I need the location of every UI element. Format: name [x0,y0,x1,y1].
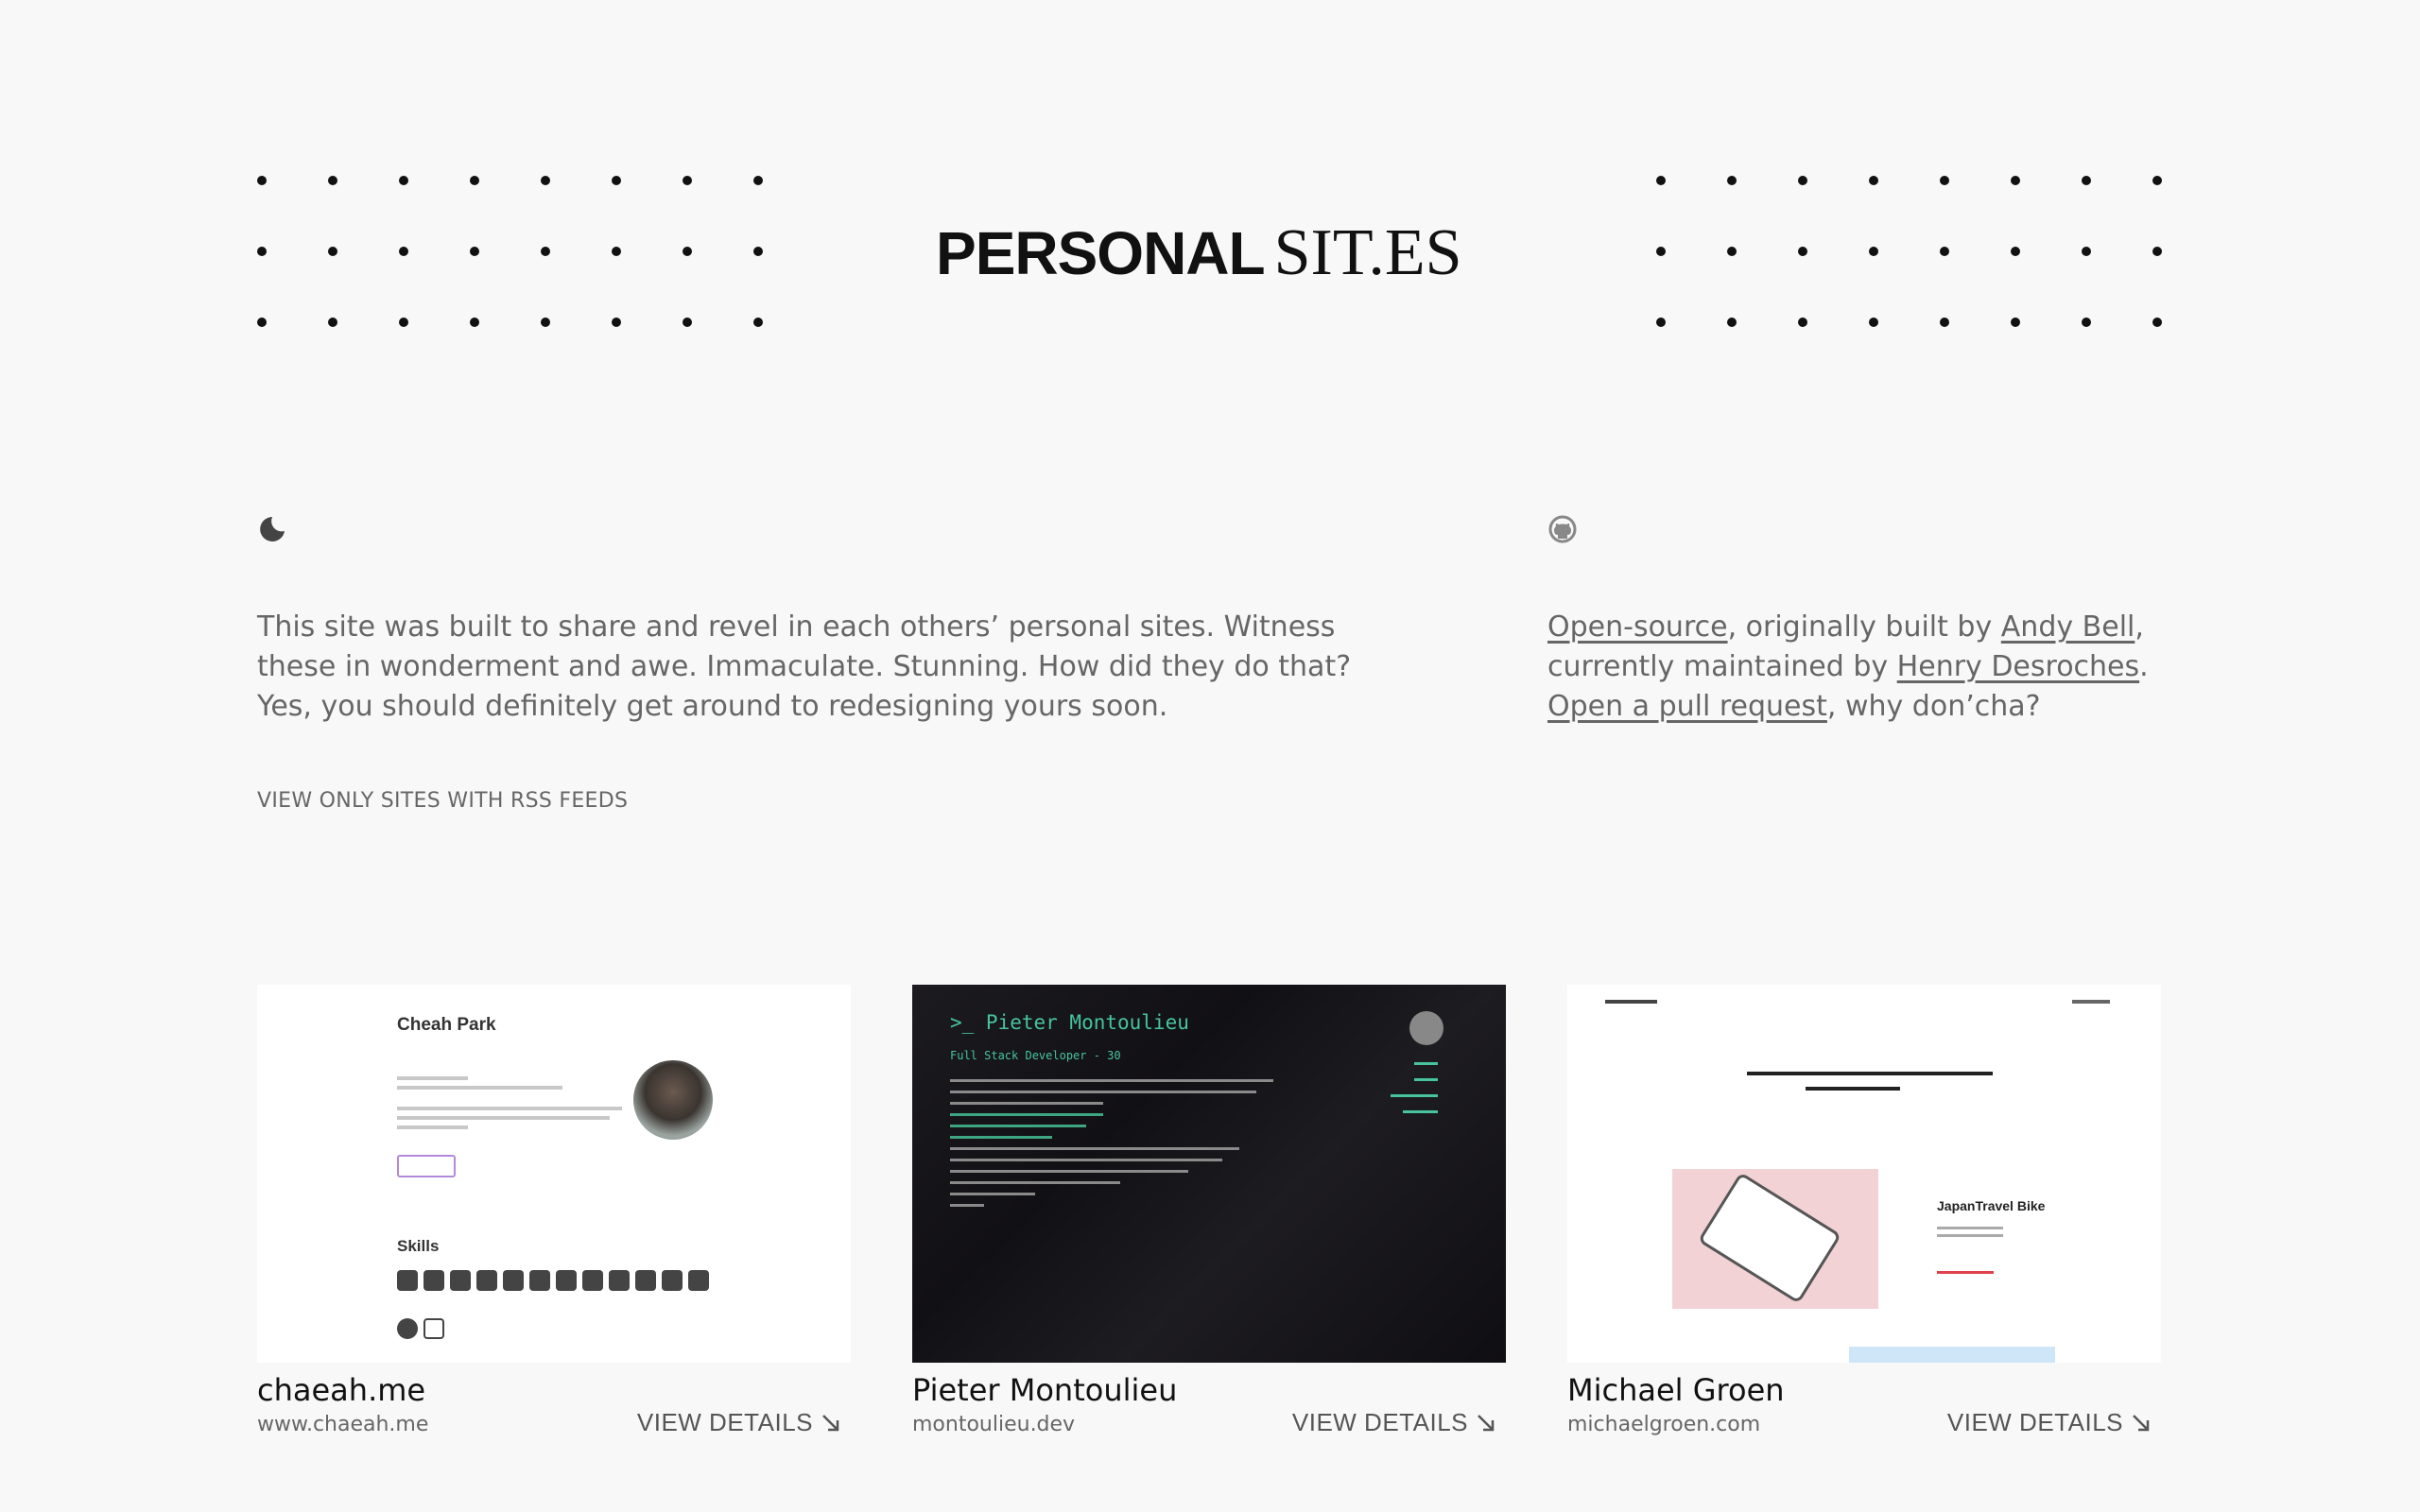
logo-bold-text: PERSONAL [936,219,1266,287]
logo-serif-text: SIT.ES [1273,216,1462,289]
thumb-nav [2072,1000,2110,1004]
view-details-button[interactable]: VIEW DETAILS [1292,1408,1496,1437]
view-details-label: VIEW DETAILS [636,1408,813,1436]
site-url: montoulieu.dev [912,1413,1076,1436]
pull-request-link[interactable]: Open a pull request [1547,690,1827,723]
thumb-tool-icons [397,1318,444,1339]
view-details-button[interactable]: VIEW DETAILS [637,1408,841,1437]
thumb-skill-icons [397,1270,709,1291]
thumb-project-image [1672,1169,1878,1309]
site-name[interactable]: Pieter Montoulieu [912,1372,1177,1408]
view-details-button[interactable]: VIEW DETAILS [1947,1408,2152,1437]
site-screenshot[interactable]: >_ Pieter Montoulieu Full Stack Develope… [912,985,1506,1363]
intro-text: This site was built to share and revel i… [257,610,1352,723]
dot-grid-left [257,176,824,388]
thumb-section-title: Skills [397,1237,440,1255]
thumb-project-title: JapanTravel Bike [1937,1198,2046,1213]
moon-icon[interactable] [257,514,287,544]
thumb-headline [1747,1072,1993,1075]
github-icon[interactable] [1547,514,1578,544]
site-card: >_ Pieter Montoulieu Full Stack Develope… [912,985,1506,1436]
rss-filter-link[interactable]: VIEW ONLY SITES WITH RSS FEEDS [257,789,628,813]
site-url: www.chaeah.me [257,1413,429,1436]
credits-text-3: . [2139,650,2149,683]
site-screenshot[interactable]: JapanTravel Bike [1567,985,2161,1363]
credits-text-1: , originally built by [1727,610,2001,644]
thumb-title: >_ Pieter Montoulieu [950,1011,1189,1034]
thumb-next-project [1849,1347,2055,1363]
view-details-label: VIEW DETAILS [1946,1408,2123,1436]
site-card: JapanTravel Bike Michael Groen michaelgr… [1567,985,2161,1436]
dot-grid-right [1656,176,2223,388]
open-source-link[interactable]: Open-source [1547,610,1728,644]
thumb-case-study-link [1937,1271,1994,1274]
thumb-nav [1391,1062,1438,1126]
site-name[interactable]: Michael Groen [1567,1372,1785,1408]
thumb-subtitle: Full Stack Developer - 30 [950,1049,1121,1062]
view-details-label: VIEW DETAILS [1291,1408,1468,1436]
thumb-headline-2 [1806,1087,1900,1091]
thumb-avatar [1409,1011,1443,1045]
site-url: michaelgroen.com [1567,1413,1761,1436]
thumb-text-lines [950,1079,1290,1215]
thumb-avatar [633,1060,713,1140]
thumb-title: Cheah Park [397,1015,496,1035]
henry-desroches-link[interactable]: Henry Desroches [1897,650,2139,683]
thumb-project-desc [1937,1227,2003,1229]
andy-bell-link[interactable]: Andy Bell [2001,610,2135,644]
arrow-down-right-icon [1478,1414,1495,1431]
thumb-text-lines [397,1076,633,1135]
credits-text: Open-source, originally built by Andy Be… [1547,608,2162,727]
arrow-down-right-icon [2133,1414,2150,1431]
site-logo[interactable]: PERSONAL SIT.ES [936,215,1462,291]
site-card: Cheah Park Skills chaeah.me www.chaeah.m… [257,985,851,1436]
credits-text-4: , why don’cha? [1826,690,2041,723]
thumb-cv-button [397,1155,456,1177]
site-screenshot[interactable]: Cheah Park Skills [257,985,851,1363]
arrow-down-right-icon [822,1414,839,1431]
thumb-logo [1605,1000,1657,1004]
site-name[interactable]: chaeah.me [257,1372,425,1408]
